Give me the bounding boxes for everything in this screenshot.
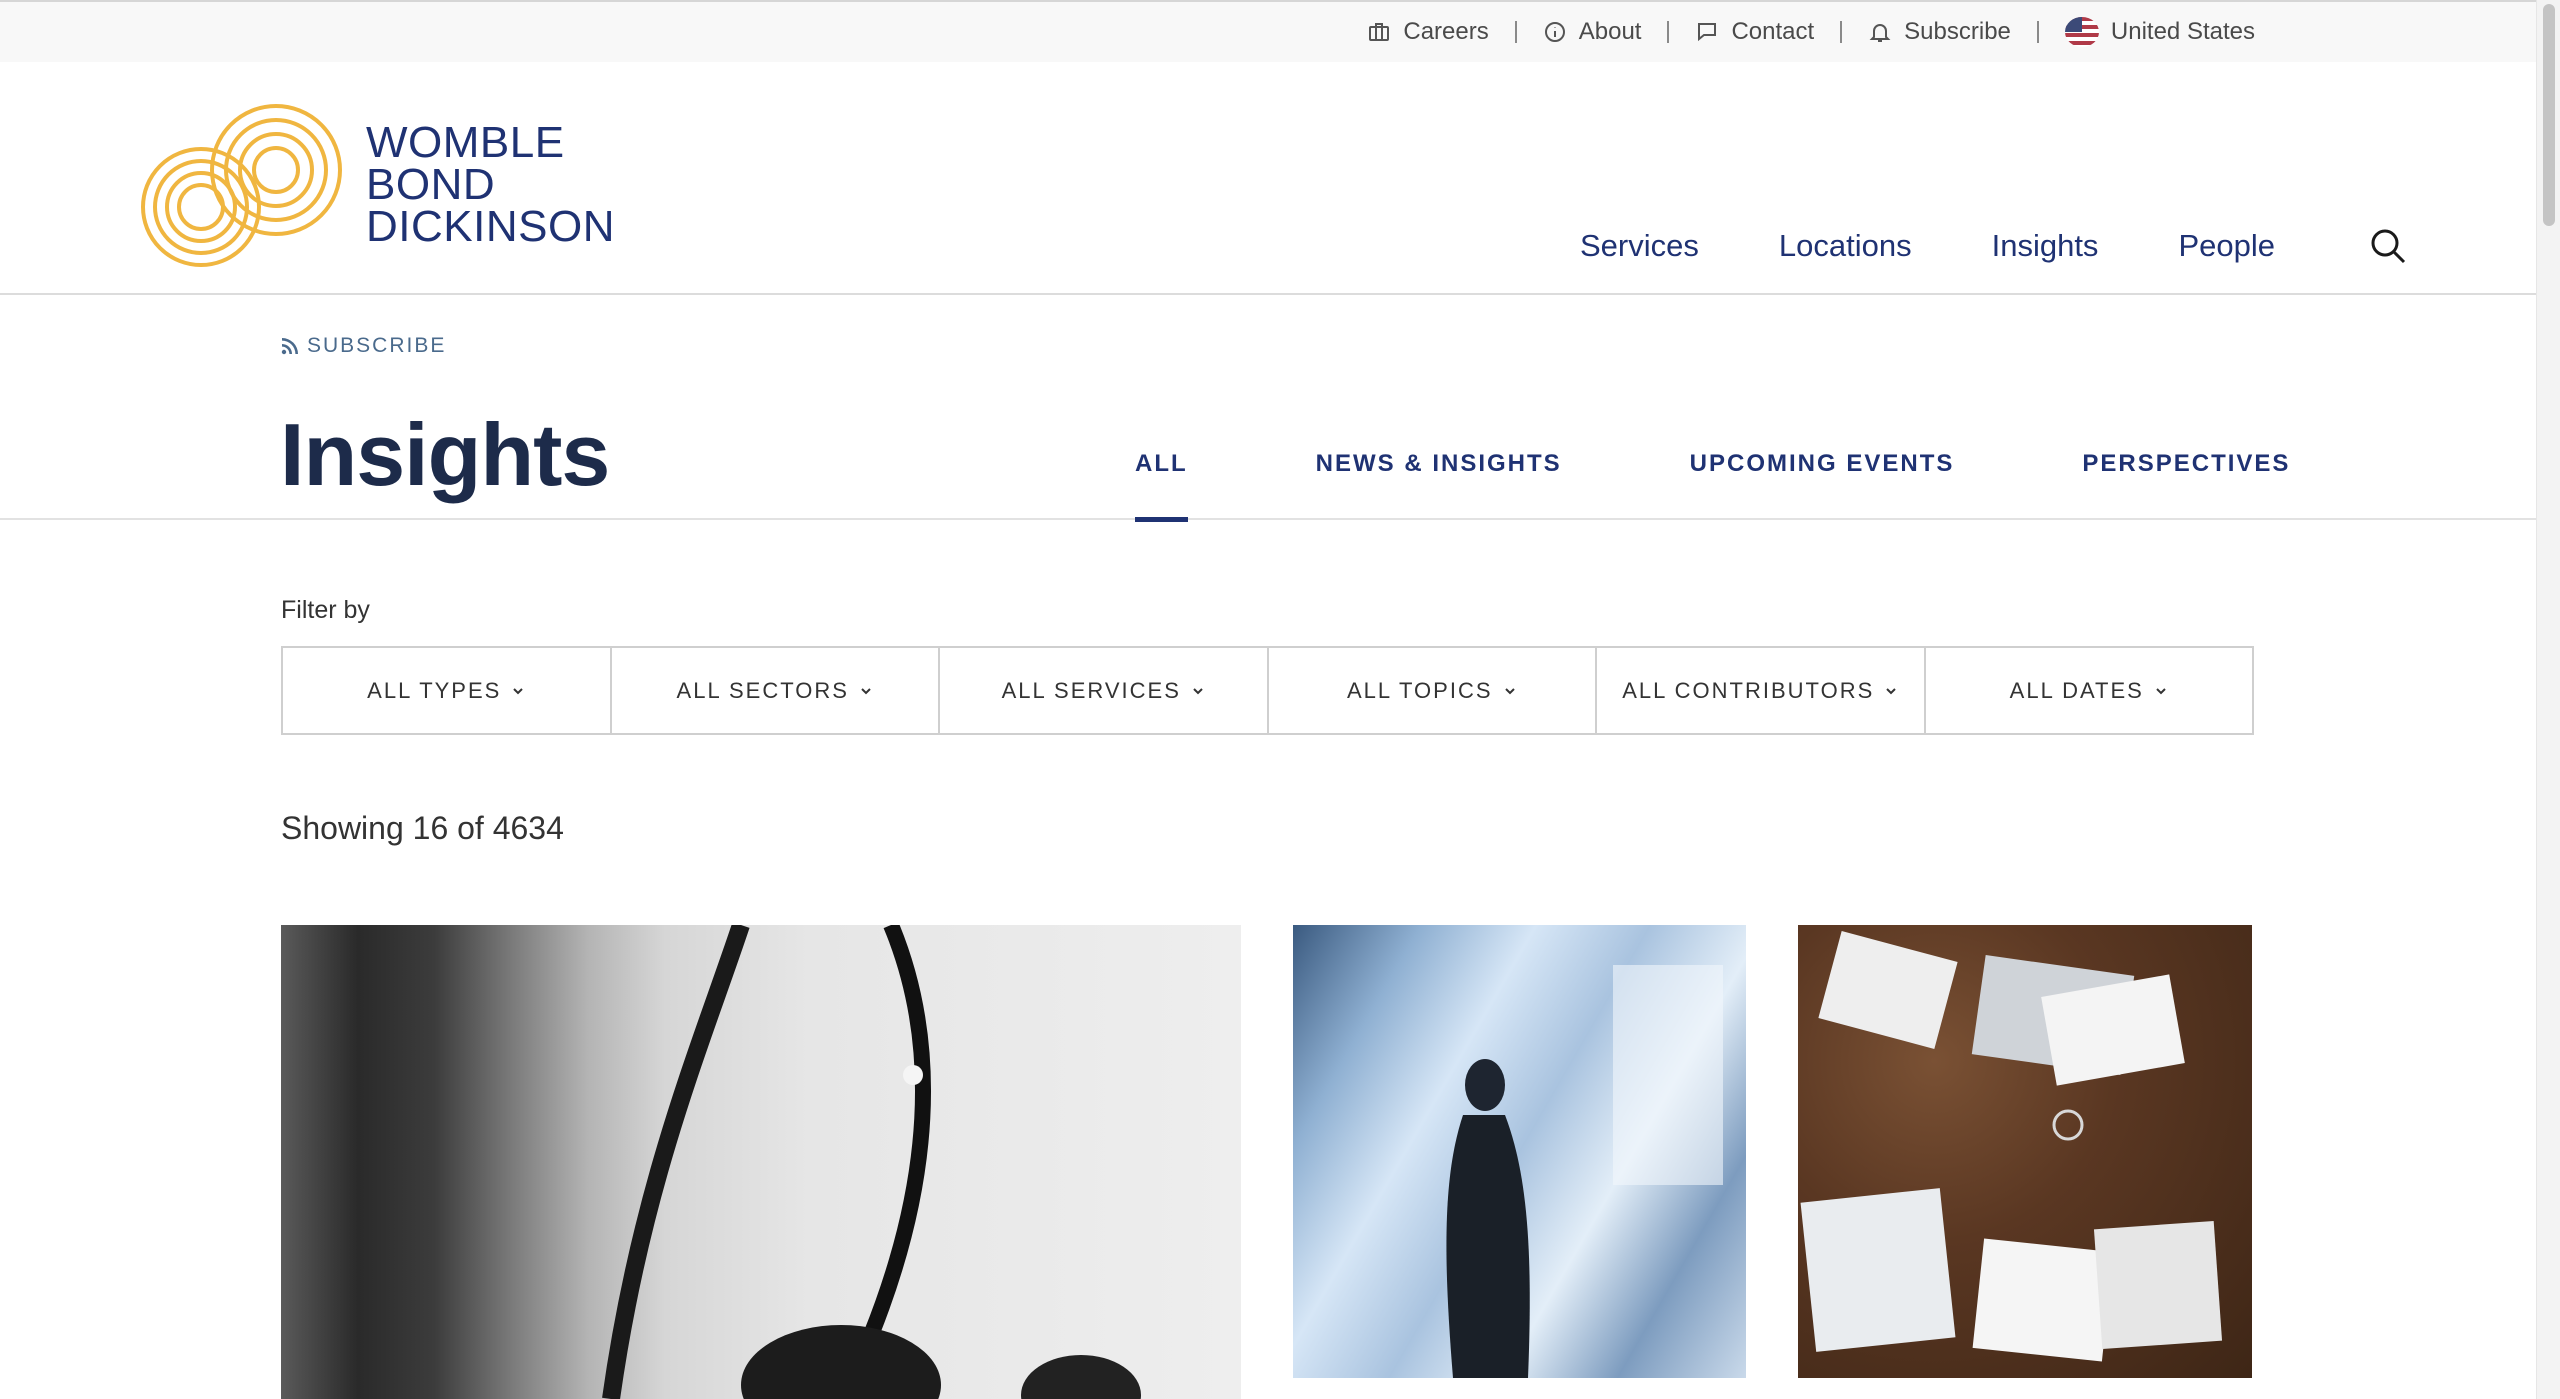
subscribe-feed-link[interactable]: SUBSCRIBE (281, 334, 446, 358)
filter-sectors-dropdown[interactable]: ALL SECTORS (609, 646, 940, 735)
country-selector[interactable]: United States (2064, 17, 2255, 47)
chevron-down-icon (2156, 687, 2166, 694)
divider (1667, 21, 1670, 43)
filter-types-label: ALL TYPES (367, 677, 502, 703)
tab-perspectives[interactable]: PERSPECTIVES (2082, 380, 2290, 520)
utility-nav: Careers About Contact Subscribe United S… (1367, 2, 2255, 62)
logo-rings-icon (141, 104, 342, 267)
divider (1514, 21, 1517, 43)
country-label: United States (2110, 18, 2255, 45)
site-logo[interactable]: WOMBLE BOND DICKINSON (96, 102, 615, 267)
careers-link[interactable]: Careers (1367, 18, 1489, 46)
tab-news-insights[interactable]: NEWS & INSIGHTS (1316, 380, 1562, 520)
chevron-down-icon (513, 687, 524, 694)
article-card-image[interactable] (281, 925, 1241, 1399)
filter-dates-dropdown[interactable]: ALL DATES (1923, 646, 2254, 735)
search-icon (2371, 229, 2406, 264)
nav-services[interactable]: Services (1580, 228, 1699, 264)
page: Careers About Contact Subscribe United S… (0, 0, 2560, 1399)
briefcase-icon (1369, 23, 1390, 41)
article-card-image[interactable] (1293, 925, 1746, 1378)
us-flag-icon (2064, 17, 2099, 47)
nav-people[interactable]: People (2178, 228, 2275, 264)
filter-contributors-dropdown[interactable]: ALL CONTRIBUTORS (1595, 646, 1926, 735)
subscribe-label: Subscribe (1904, 18, 2011, 45)
filter-label: Filter by (281, 596, 370, 624)
chevron-down-icon (1886, 687, 1896, 694)
page-title: Insights (280, 405, 610, 504)
subscribe-top-link[interactable]: Subscribe (1868, 18, 2011, 46)
filter-types-dropdown[interactable]: ALL TYPES (281, 646, 612, 735)
rss-icon (281, 338, 298, 355)
insights-tabs: ALL NEWS & INSIGHTS UPCOMING EVENTS PERS… (1135, 380, 2290, 522)
utility-bar: Careers About Contact Subscribe United S… (0, 0, 2536, 62)
filter-dates-label: ALL DATES (2009, 677, 2144, 703)
bell-icon (1869, 24, 1891, 42)
results-count: Showing 16 of 4634 (281, 810, 564, 846)
subscribe-feed-label: SUBSCRIBE (307, 334, 447, 357)
nav-insights[interactable]: Insights (1992, 228, 2099, 264)
scrollbar-thumb[interactable] (2543, 4, 2555, 226)
chevron-down-icon (1504, 687, 1515, 694)
contact-link[interactable]: Contact (1695, 18, 1814, 46)
chevron-down-icon (861, 687, 871, 694)
logo-wordmark: WOMBLE BOND DICKINSON (366, 117, 615, 251)
about-link[interactable]: About (1543, 18, 1642, 46)
divider (1840, 21, 1843, 43)
meeting-table-image (1800, 931, 2223, 1362)
tab-upcoming-events[interactable]: UPCOMING EVENTS (1690, 380, 1955, 520)
filter-services-dropdown[interactable]: ALL SERVICES (938, 646, 1269, 735)
headset-image (602, 925, 1141, 1399)
logo-line-2: BOND (366, 159, 496, 209)
contact-label: Contact (1731, 18, 1815, 45)
filter-topics-dropdown[interactable]: ALL TOPICS (1266, 646, 1597, 735)
logo-line-1: WOMBLE (366, 117, 565, 167)
filter-contributors-label: ALL CONTRIBUTORS (1622, 677, 1875, 703)
insights-header: Insights ALL NEWS & INSIGHTS UPCOMING EV… (0, 380, 2536, 522)
tab-all[interactable]: ALL (1135, 380, 1188, 522)
main-nav: Services Locations Insights People (1580, 228, 2355, 264)
logo-line-3: DICKINSON (366, 201, 615, 251)
filter-services-label: ALL SERVICES (1001, 677, 1181, 703)
divider (2036, 21, 2039, 43)
info-icon (1544, 22, 1565, 42)
filter-topics-label: ALL TOPICS (1346, 677, 1493, 703)
main-header: WOMBLE BOND DICKINSON Services Locations… (0, 62, 2536, 295)
page-scrollbar[interactable] (2536, 0, 2560, 1399)
search-button[interactable] (2368, 226, 2408, 266)
article-card-image[interactable] (1798, 925, 2252, 1378)
filter-sectors-label: ALL SECTORS (676, 677, 849, 703)
chevron-down-icon (1193, 687, 1203, 694)
filter-bar: ALL TYPES ALL SECTORS ALL SERVICES ALL T… (281, 646, 2254, 735)
office-person-image (1446, 965, 1723, 1378)
careers-label: Careers (1403, 18, 1489, 45)
chat-icon (1698, 23, 1717, 42)
nav-locations[interactable]: Locations (1779, 228, 1912, 264)
about-label: About (1578, 18, 1642, 45)
